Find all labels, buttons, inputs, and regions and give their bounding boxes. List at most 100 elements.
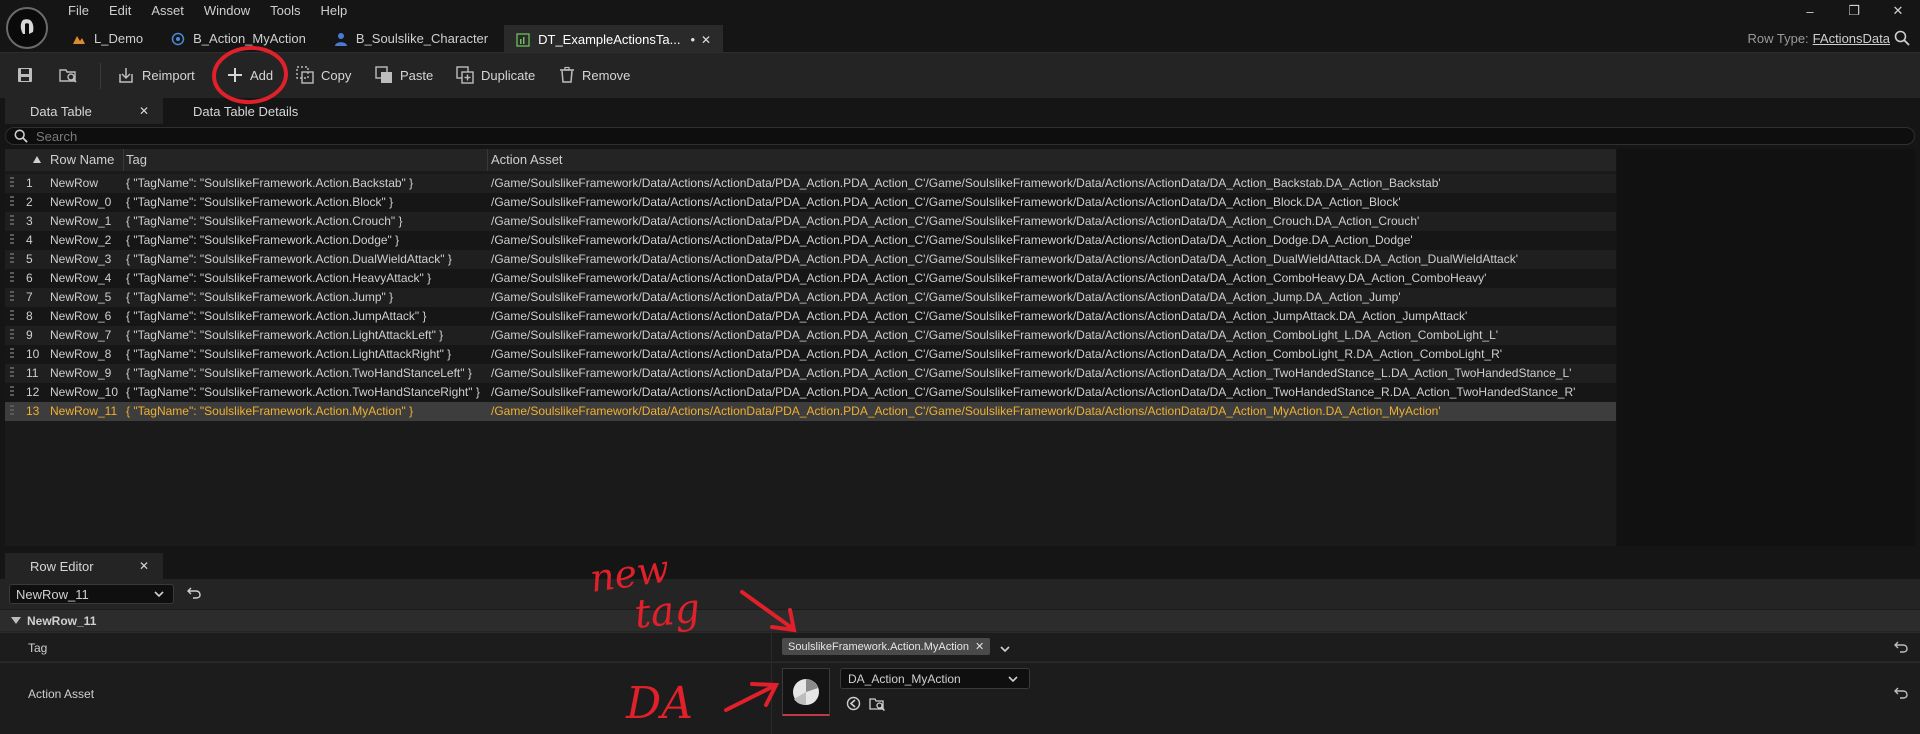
row-section-header[interactable]: NewRow_11: [0, 609, 1920, 631]
action-asset-cell: /Game/SoulslikeFramework/Data/Actions/Ac…: [491, 252, 1519, 266]
menu-window[interactable]: Window: [194, 0, 260, 22]
table-row[interactable]: 7 NewRow_5 { "TagName": "SoulslikeFramewor…: [5, 288, 1616, 307]
table-row[interactable]: 13 NewRow_11 { "TagName": "SoulslikeFramew…: [5, 402, 1616, 421]
duplicate-button[interactable]: Duplicate: [455, 61, 535, 89]
table-row[interactable]: 3 NewRow_1 { "TagName": "SoulslikeFramewor…: [5, 212, 1616, 231]
search-input[interactable]: [36, 128, 1836, 144]
tab-data-table[interactable]: Data Table ✕: [5, 98, 163, 124]
drag-handle-icon[interactable]: [10, 177, 14, 189]
chevron-down-icon[interactable]: [999, 643, 1011, 655]
paste-button[interactable]: Paste: [374, 61, 433, 89]
tab-data-table-details[interactable]: Data Table Details: [193, 98, 298, 124]
table-row[interactable]: 8 NewRow_6 { "TagName": "SoulslikeFramewor…: [5, 307, 1616, 326]
table-row[interactable]: 6 NewRow_4 { "TagName": "SoulslikeFramewor…: [5, 269, 1616, 288]
tab-row-editor[interactable]: Row Editor ✕: [5, 553, 163, 579]
drag-handle-icon[interactable]: [10, 234, 14, 246]
row-name-cell: NewRow_5: [50, 290, 112, 304]
drag-handle-icon[interactable]: [10, 272, 14, 284]
table-row[interactable]: 5 NewRow_3 { "TagName": "SoulslikeFramewor…: [5, 250, 1616, 269]
reset-to-default-icon[interactable]: [1894, 687, 1908, 699]
row-type-value[interactable]: FActionsData: [1813, 31, 1890, 46]
expand-arrow-icon: [11, 617, 21, 624]
drag-handle-icon[interactable]: [10, 310, 14, 322]
row-name-cell: NewRow_7: [50, 328, 112, 342]
property-splitter[interactable]: [771, 663, 772, 734]
table-row[interactable]: 12 NewRow_10 { "TagName": "SoulslikeFramew…: [5, 383, 1616, 402]
copy-button[interactable]: Copy: [295, 61, 351, 89]
row-name-cell: NewRow: [50, 176, 99, 190]
save-button[interactable]: [16, 61, 40, 89]
table-row[interactable]: 9 NewRow_7 { "TagName": "SoulslikeFramewor…: [5, 326, 1616, 345]
property-splitter[interactable]: [771, 633, 772, 661]
reset-to-default-icon[interactable]: [1894, 641, 1908, 653]
tab-details-label: Data Table Details: [193, 103, 299, 119]
browse-to-asset-icon[interactable]: [869, 696, 886, 711]
main-menu: File Edit Asset Window Tools Help: [58, 0, 357, 22]
drag-handle-icon[interactable]: [10, 215, 14, 227]
undo-icon[interactable]: [187, 587, 201, 599]
menu-tools[interactable]: Tools: [260, 0, 310, 22]
drag-handle-icon[interactable]: [10, 405, 14, 417]
gameplay-tag-chip[interactable]: SoulslikeFramework.Action.MyAction ✕: [782, 638, 991, 655]
reimport-icon: [119, 68, 133, 83]
row-editor-label: Row Editor: [30, 558, 94, 574]
restore-icon[interactable]: ❐: [1832, 0, 1876, 22]
action-asset-cell: /Game/SoulslikeFramework/Data/Actions/Ac…: [491, 271, 1487, 285]
remove-tag-icon[interactable]: ✕: [975, 640, 984, 653]
use-selected-asset-icon[interactable]: [846, 696, 861, 711]
drag-handle-icon[interactable]: [10, 348, 14, 360]
remove-label: Remove: [582, 67, 631, 83]
drag-handle-icon[interactable]: [10, 196, 14, 208]
reimport-button[interactable]: Reimport: [116, 61, 195, 89]
plus-icon: [228, 68, 242, 82]
row-number: 13: [26, 404, 40, 418]
drag-handle-icon[interactable]: [10, 386, 14, 398]
minimize-icon[interactable]: –: [1788, 0, 1832, 22]
table-row[interactable]: 2 NewRow_0 { "TagName": "SoulslikeFramewor…: [5, 193, 1616, 212]
drag-handle-icon[interactable]: [10, 329, 14, 341]
header-action-asset[interactable]: Action Asset: [491, 152, 563, 167]
drag-handle-icon[interactable]: [10, 367, 14, 379]
row-selector-dropdown[interactable]: NewRow_11: [9, 584, 174, 604]
menu-file[interactable]: File: [58, 0, 99, 22]
close-icon[interactable]: ✕: [701, 33, 711, 47]
chevron-down-icon: [154, 591, 164, 598]
drag-handle-icon[interactable]: [10, 253, 14, 265]
remove-button[interactable]: Remove: [558, 61, 630, 89]
asset-picker-dropdown[interactable]: DA_Action_MyAction: [840, 668, 1030, 689]
action-asset-cell: /Game/SoulslikeFramework/Data/Actions/Ac…: [491, 290, 1401, 304]
row-number: 6: [26, 271, 33, 285]
row-number: 5: [26, 252, 33, 266]
table-row[interactable]: 10 NewRow_8 { "TagName": "SoulslikeFramewo…: [5, 345, 1616, 364]
drag-handle-icon[interactable]: [10, 291, 14, 303]
table-row[interactable]: 1 NewRow { "TagName": "SoulslikeFramework.…: [5, 174, 1616, 193]
action-asset-cell: /Game/SoulslikeFramework/Data/Actions/Ac…: [491, 385, 1576, 399]
copy-icon: [296, 66, 314, 84]
menu-edit[interactable]: Edit: [99, 0, 141, 22]
close-window-icon[interactable]: ✕: [1876, 0, 1920, 22]
table-empty-area: [1617, 149, 1915, 546]
browse-button[interactable]: [58, 61, 84, 89]
add-button[interactable]: Add: [226, 61, 273, 89]
tag-cell: { "TagName": "SoulslikeFramework.Action.…: [126, 347, 452, 361]
add-label: Add: [250, 67, 274, 83]
tab-dt-exampleactions[interactable]: DT_ExampleActionsTa... • ✕: [504, 25, 724, 52]
row-number: 11: [26, 366, 39, 380]
menu-asset[interactable]: Asset: [141, 0, 194, 22]
close-icon[interactable]: ✕: [139, 559, 149, 573]
search-icon[interactable]: [1894, 30, 1910, 49]
tab-l-demo[interactable]: L_Demo: [60, 25, 155, 52]
row-name-cell: NewRow_0: [50, 195, 112, 209]
asset-thumbnail[interactable]: [782, 668, 830, 716]
table-row[interactable]: 4 NewRow_2 { "TagName": "SoulslikeFramewor…: [5, 231, 1616, 250]
tab-b-action-myaction[interactable]: B_Action_MyAction: [159, 25, 318, 52]
menu-help[interactable]: Help: [310, 0, 357, 22]
header-row-name[interactable]: Row Name: [50, 152, 114, 167]
column-divider: [487, 149, 488, 171]
tab-b-soulslike-character[interactable]: B_Soulslike_Character: [322, 25, 500, 52]
table-row[interactable]: 11 NewRow_9 { "TagName": "SoulslikeFramewo…: [5, 364, 1616, 383]
header-tag[interactable]: Tag: [126, 152, 147, 167]
close-icon[interactable]: ✕: [139, 104, 149, 118]
unreal-logo-icon[interactable]: [6, 7, 48, 49]
toolbar: Reimport Add Copy Paste Duplicate Remove: [0, 52, 1920, 98]
